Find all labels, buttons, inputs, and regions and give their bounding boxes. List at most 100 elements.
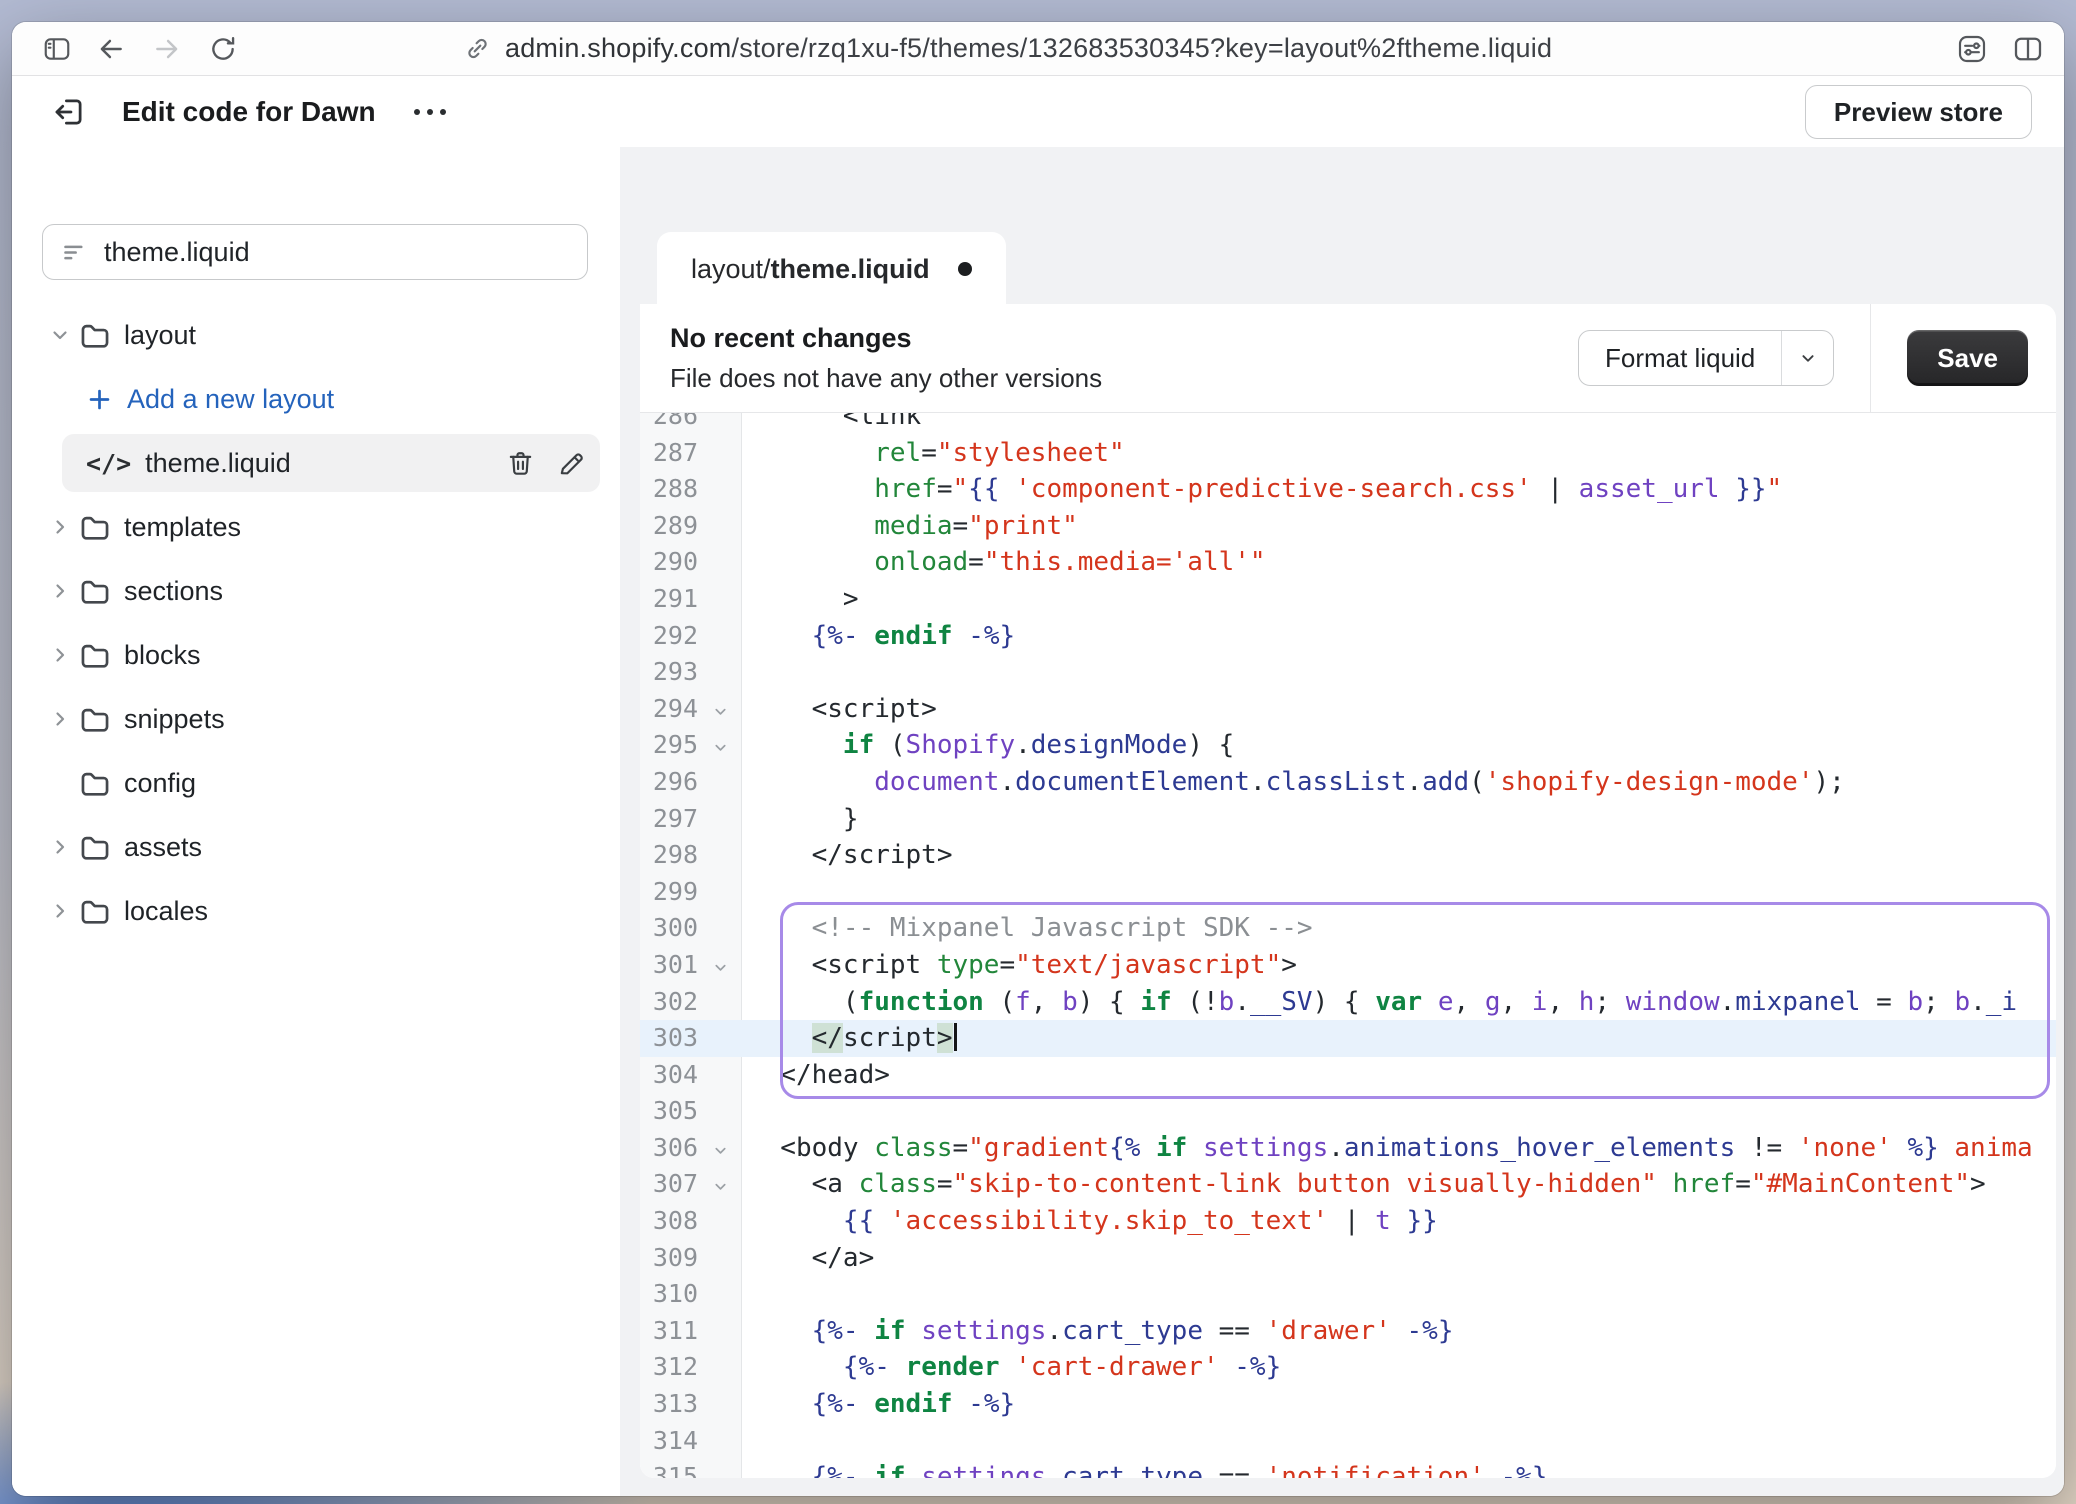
- sidebar-folder-config[interactable]: config: [12, 751, 620, 815]
- code-line[interactable]: 300 <!-- Mixpanel Javascript SDK -->: [640, 910, 2056, 947]
- code-line[interactable]: 290 onload="this.media='all'": [640, 544, 2056, 581]
- pencil-icon[interactable]: [557, 449, 586, 478]
- sidebar-folder-assets[interactable]: assets: [12, 815, 620, 879]
- search-input[interactable]: [104, 237, 544, 268]
- chevron-right-icon[interactable]: [48, 579, 72, 603]
- code-editor[interactable]: 286 <link287 rel="stylesheet"288 href="{…: [640, 413, 2056, 1478]
- reload-icon[interactable]: [208, 34, 238, 64]
- fold-toggle-icon[interactable]: [706, 691, 734, 728]
- fold-spacer: [706, 1093, 734, 1130]
- code-line[interactable]: 299: [640, 874, 2056, 911]
- exit-editor-icon[interactable]: [52, 95, 86, 129]
- code-line[interactable]: 288 href="{{ 'component-predictive-searc…: [640, 471, 2056, 508]
- code-line[interactable]: 307 <a class="skip-to-content-link butto…: [640, 1166, 2056, 1203]
- format-dropdown-chevron-icon[interactable]: [1781, 331, 1833, 385]
- file-search-box[interactable]: [42, 224, 588, 280]
- folder-label: templates: [124, 512, 241, 543]
- sidebar-folder-locales[interactable]: locales: [12, 879, 620, 943]
- forward-icon[interactable]: [152, 34, 182, 64]
- code-line[interactable]: 304 </head>: [640, 1057, 2056, 1094]
- chevron-right-icon[interactable]: [48, 835, 72, 859]
- shopify-code-editor-app: Edit code for Dawn Preview store layoutA…: [12, 77, 2064, 1496]
- code-line[interactable]: 314: [640, 1423, 2056, 1460]
- line-number: 295: [640, 727, 706, 764]
- toolbar-divider: [1870, 304, 1871, 412]
- sidebar-folder-blocks[interactable]: blocks: [12, 623, 620, 687]
- sidebar-folder-templates[interactable]: templates: [12, 495, 620, 559]
- sidebar-item-theme-liquid[interactable]: </>theme.liquid: [12, 431, 620, 495]
- code-line[interactable]: 297 }: [640, 801, 2056, 838]
- selected-file-pill[interactable]: </>theme.liquid: [62, 434, 600, 492]
- page-title: Edit code for Dawn: [122, 96, 376, 128]
- line-number: 294: [640, 691, 706, 728]
- code-line[interactable]: 302 (function (f, b) { if (!b.__SV) { va…: [640, 984, 2056, 1021]
- line-number: 315: [640, 1459, 706, 1478]
- line-number: 287: [640, 435, 706, 472]
- code-line[interactable]: 289 media="print": [640, 508, 2056, 545]
- folder-icon: [78, 510, 112, 544]
- code-text: [734, 874, 2056, 911]
- chevron-right-icon[interactable]: [48, 515, 72, 539]
- code-line[interactable]: 315 {%- if settings.cart_type == 'notifi…: [640, 1459, 2056, 1478]
- sidebar-toggle-icon[interactable]: [42, 34, 72, 64]
- page-settings-icon[interactable]: [1956, 33, 1988, 65]
- code-line[interactable]: 310: [640, 1276, 2056, 1313]
- code-line[interactable]: 291 >: [640, 581, 2056, 618]
- sidebar-folder-snippets[interactable]: snippets: [12, 687, 620, 751]
- code-text: {{ 'accessibility.skip_to_text' | t }}: [734, 1203, 2056, 1240]
- fold-toggle-icon[interactable]: [706, 1130, 734, 1167]
- split-view-icon[interactable]: [2012, 33, 2044, 65]
- fold-toggle-icon[interactable]: [706, 947, 734, 984]
- code-text: onload="this.media='all'": [734, 544, 2056, 581]
- format-liquid-button[interactable]: Format liquid: [1578, 330, 1834, 386]
- fold-spacer: [706, 654, 734, 691]
- trash-icon[interactable]: [506, 449, 535, 478]
- code-line[interactable]: 287 rel="stylesheet": [640, 435, 2056, 472]
- code-text: <link: [734, 413, 2056, 435]
- code-text: <script>: [734, 691, 2056, 728]
- chevron-right-icon[interactable]: [48, 899, 72, 923]
- chevron-down-icon[interactable]: [48, 323, 72, 347]
- version-status: No recent changes File does not have any…: [670, 323, 1102, 394]
- code-line[interactable]: 296 document.documentElement.classList.a…: [640, 764, 2056, 801]
- code-text: [734, 654, 2056, 691]
- code-line[interactable]: 293: [640, 654, 2056, 691]
- code-text: [734, 1276, 2056, 1313]
- code-line[interactable]: 313 {%- endif -%}: [640, 1386, 2056, 1423]
- chevron-right-icon[interactable]: [48, 643, 72, 667]
- code-line[interactable]: 301 <script type="text/javascript">: [640, 947, 2056, 984]
- fold-spacer: [706, 413, 734, 435]
- folder-label: assets: [124, 832, 202, 863]
- folder-icon: [78, 766, 112, 800]
- code-line[interactable]: 298 </script>: [640, 837, 2056, 874]
- preview-store-button[interactable]: Preview store: [1805, 85, 2032, 139]
- code-line[interactable]: 292 {%- endif -%}: [640, 618, 2056, 655]
- code-line[interactable]: 294 <script>: [640, 691, 2056, 728]
- back-icon[interactable]: [96, 34, 126, 64]
- fold-toggle-icon[interactable]: [706, 1166, 734, 1203]
- sidebar-folder-layout[interactable]: layout: [12, 303, 620, 367]
- sidebar-folder-sections[interactable]: sections: [12, 559, 620, 623]
- code-line[interactable]: 306 <body class="gradient{% if settings.…: [640, 1130, 2056, 1167]
- code-line[interactable]: 295 if (Shopify.designMode) {: [640, 727, 2056, 764]
- line-number: 293: [640, 654, 706, 691]
- code-line[interactable]: 286 <link: [640, 413, 2056, 435]
- code-line[interactable]: 312 {%- render 'cart-drawer' -%}: [640, 1349, 2056, 1386]
- more-actions-icon[interactable]: [414, 109, 446, 115]
- code-line[interactable]: 311 {%- if settings.cart_type == 'drawer…: [640, 1313, 2056, 1350]
- filter-icon: [61, 239, 88, 266]
- editor-main: layout/theme.liquid No recent changes Fi…: [620, 147, 2064, 1496]
- code-line[interactable]: 308 {{ 'accessibility.skip_to_text' | t …: [640, 1203, 2056, 1240]
- code-line[interactable]: 309 </a>: [640, 1240, 2056, 1277]
- add-new-layout-link[interactable]: Add a new layout: [12, 367, 620, 431]
- line-number: 302: [640, 984, 706, 1021]
- fold-toggle-icon[interactable]: [706, 727, 734, 764]
- fold-spacer: [706, 1020, 734, 1057]
- url-field[interactable]: admin.shopify.com/store/rzq1xu-f5/themes…: [464, 22, 1552, 75]
- code-line[interactable]: 305: [640, 1093, 2056, 1130]
- save-button[interactable]: Save: [1907, 330, 2028, 386]
- chevron-right-icon[interactable]: [48, 707, 72, 731]
- tab-theme-liquid[interactable]: layout/theme.liquid: [657, 232, 1006, 306]
- code-line[interactable]: 303 </script>: [640, 1020, 2056, 1057]
- line-number: 292: [640, 618, 706, 655]
